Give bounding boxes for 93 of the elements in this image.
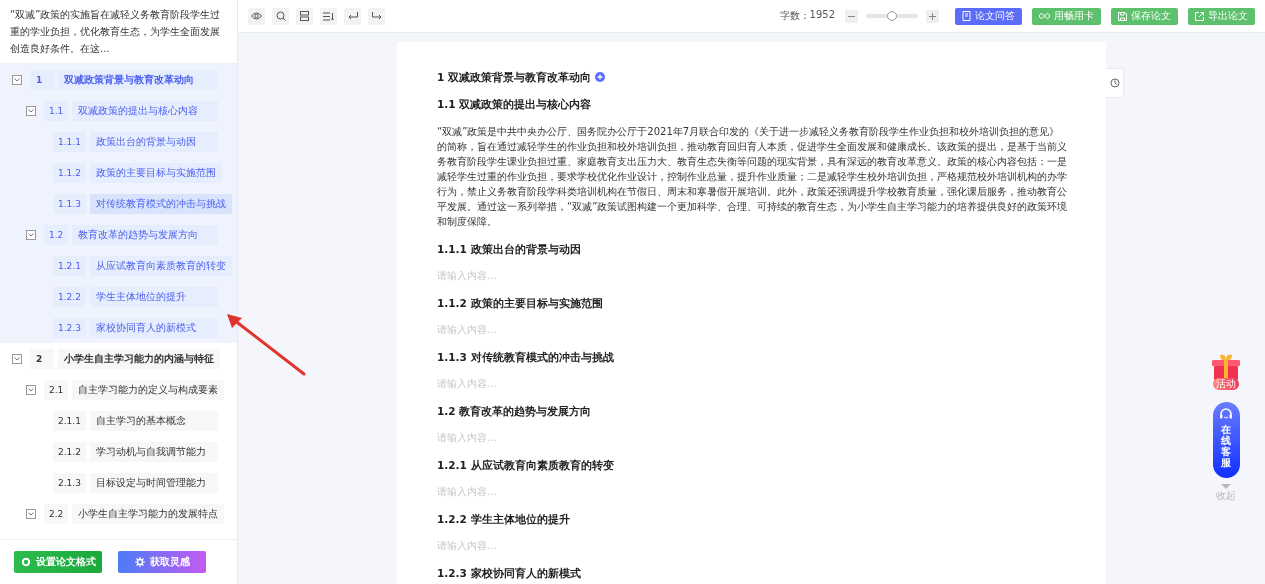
- collapse-toggle[interactable]: [26, 105, 36, 116]
- eye-icon: [251, 12, 262, 20]
- inspiration-button[interactable]: 获取灵感: [118, 551, 206, 573]
- redo-icon: [371, 12, 382, 20]
- section-heading: 1.1.3 对传统教育模式的冲击与挑战: [437, 350, 614, 364]
- save-button[interactable]: 保存论文: [1111, 7, 1178, 25]
- history-button[interactable]: [1106, 68, 1124, 98]
- plus-icon: [929, 12, 936, 20]
- zoom-out-button[interactable]: [845, 9, 858, 23]
- card-button[interactable]: 用畅用卡: [1032, 7, 1101, 25]
- outline-title[interactable]: 对传统教育模式的冲击与挑战: [89, 193, 232, 214]
- gear-icon: [20, 557, 31, 567]
- toolbar-button[interactable]: [248, 7, 265, 25]
- outline-title[interactable]: 政策出台的背景与动因: [89, 131, 218, 152]
- collapse-toggle[interactable]: [26, 508, 36, 519]
- headset-icon: [1219, 408, 1233, 421]
- qa-button[interactable]: 论文问答: [955, 7, 1022, 25]
- infinity-icon: [1039, 13, 1050, 19]
- document-icon: [962, 11, 971, 21]
- collapse-toggle[interactable]: [12, 353, 22, 364]
- toolbar-button[interactable]: [320, 7, 337, 25]
- outline-title[interactable]: 小学生自主学习能力的发展特点: [72, 503, 225, 524]
- chevron-down-icon: [28, 108, 34, 113]
- outline-number: 2.1: [44, 379, 69, 400]
- outline-title[interactable]: 家校协同育人的新模式: [89, 317, 218, 338]
- section-heading: 1.1.2 政策的主要目标与实施范围: [437, 296, 603, 310]
- section-heading: 1.2.1 从应试教育向素质教育的转变: [437, 458, 614, 472]
- outline-title[interactable]: 双减政策背景与教育改革动向: [58, 69, 218, 90]
- outline-number: 1.2.3: [53, 317, 86, 338]
- chevron-down-icon: [14, 356, 20, 361]
- outline-number: 1.2.2: [53, 286, 86, 307]
- section-heading: 1.2.2 学生主体地位的提升: [437, 512, 570, 526]
- collapse-toggle[interactable]: [12, 74, 22, 85]
- outline-number: 2.1.3: [53, 472, 86, 493]
- outline-title[interactable]: 政策的主要目标与实施范围: [89, 162, 222, 183]
- chevron-down-icon: [14, 77, 20, 82]
- word-count-label: 字数：: [779, 9, 810, 23]
- toolbar-button[interactable]: [344, 7, 361, 25]
- word-count: 1952: [809, 9, 835, 22]
- layout-icon: [300, 11, 309, 21]
- toolbar-button[interactable]: [368, 7, 385, 25]
- collapse-toggle[interactable]: [26, 384, 36, 395]
- toolbar-button[interactable]: [296, 7, 313, 25]
- outline-number: 1: [30, 69, 54, 90]
- outline-number: 1.2: [44, 224, 69, 245]
- slider-thumb[interactable]: [887, 11, 897, 21]
- outline-number: 2.1.1: [53, 410, 86, 431]
- gear-icon: [134, 557, 145, 567]
- zoom-in-button[interactable]: [926, 9, 939, 23]
- outline-title[interactable]: 小学生自主学习能力的内涵与特征: [58, 348, 220, 369]
- collapse-toggle[interactable]: [26, 229, 36, 240]
- outline-section[interactable]: 2 小学生自主学习能力的内涵与特征 2.1 自主学习能力的定义与构成要素 2.1.1 自主学习的基本概念 2.1.2 学习动机与自我调节能力 2.1.3 目标设定与时间管理能力 2.2 小学生自主学习能力的发展特点: [0, 343, 237, 529]
- chevron-down-icon: [28, 232, 34, 237]
- outline-title[interactable]: 自主学习能力的定义与构成要素: [72, 379, 225, 400]
- chevron-down-icon: [28, 511, 34, 516]
- outline-title[interactable]: 双减政策的提出与核心内容: [72, 100, 218, 121]
- minus-icon: [848, 15, 855, 17]
- outline-number: 2.2: [44, 503, 69, 524]
- outline-section[interactable]: 1 双减政策背景与教育改革动向 1.1 双减政策的提出与核心内容 1.1.1 政策出台的背景与动因 1.1.2 政策的主要目标与实施范围 1.1.3 对传统教育模式的冲击与挑战 1.2 教育改革的趋势与发展方向 1.2.1 从应试教育向素质教育的转变 1.2.2 学生主体地位的提升 1.2.3 家校协同育人的新模式: [0, 64, 237, 343]
- history-icon: [1109, 78, 1120, 88]
- search-icon: [275, 11, 286, 21]
- section-heading: 1.1.1 政策出台的背景与动因: [437, 242, 581, 256]
- add-icon[interactable]: [594, 72, 605, 82]
- list-sort-icon: [323, 11, 334, 21]
- outline-title[interactable]: 目标设定与时间管理能力: [89, 472, 218, 493]
- outline-number: 2.1.2: [53, 441, 86, 462]
- outline-number: 1.2.1: [53, 255, 86, 276]
- outline-title[interactable]: 学生主体地位的提升: [89, 286, 218, 307]
- activity-badge[interactable]: 活动: [1213, 378, 1239, 390]
- chevron-down-icon: [28, 387, 34, 392]
- outline-title[interactable]: 自主学习的基本概念: [89, 410, 218, 431]
- online-service-button[interactable]: 在线客服: [1212, 402, 1240, 478]
- outline-number: 1.1: [44, 100, 69, 121]
- section-heading: 1 双减政策背景与教育改革动向: [437, 70, 591, 84]
- undo-icon: [347, 12, 358, 20]
- outline-title[interactable]: 学习动机与自我调节能力: [89, 441, 218, 462]
- toolbar-button[interactable]: [272, 7, 289, 25]
- triangle-down-icon: [1221, 484, 1231, 489]
- outline-title[interactable]: 从应试教育向素质教育的转变: [89, 255, 232, 276]
- format-button[interactable]: 设置论文格式: [14, 551, 102, 573]
- section-heading: 1.2 教育改革的趋势与发展方向: [437, 404, 592, 418]
- save-icon: [1118, 11, 1127, 21]
- export-button[interactable]: 导出论文: [1188, 7, 1255, 25]
- section-heading: 1.2.3 家校协同育人的新模式: [437, 566, 581, 580]
- outline-number: 1.1.1: [53, 131, 86, 152]
- section-heading: 1.1 双减政策的提出与核心内容: [437, 97, 592, 111]
- body-paragraph: “双减”政策是中共中央办公厅、国务院办公厅于2021年7月联合印发的《关于进一步减轻义务教育阶段学生作业负担和校外培训负担的意见》的简称，旨在通过减轻学生的作业负担和校外培训负担，推动教育回归育人本质，促进学生全面发展和健康成长。该政策的提出，是基于当前义务教育阶段学生课业负担过重、家庭教育支出压力大、教育生态失衡等问题的现实背景，具有深远的教育改革意义。政策的核心内容包括：一是减轻学生过重的作业负担，要求学校优化作业设计，控制作业总量，提升作业质量；二是减轻学生校外培训负担，严格规范校外培训机构的办学行为，禁止义务教育阶段学科类培训机构在节假日、周末和寒暑假开展培训。此外，政策还强调提升学校教育质量，强化课后服务，推动教育公平发展。通过这一系列举措，“双减”政策试图构建一个更加科学、合理、可持续的教育生态，为小学生自主学习能力的培养提供良好的政策环境和制度保障。: [437, 125, 1068, 229]
- outline-number: 2: [30, 348, 54, 369]
- gift-icon[interactable]: [1211, 353, 1241, 381]
- export-icon: [1195, 11, 1204, 21]
- outline-number: 1.1.3: [53, 193, 86, 214]
- outline-number: 1.1.2: [53, 162, 86, 183]
- outline-title[interactable]: 教育改革的趋势与发展方向: [72, 224, 218, 245]
